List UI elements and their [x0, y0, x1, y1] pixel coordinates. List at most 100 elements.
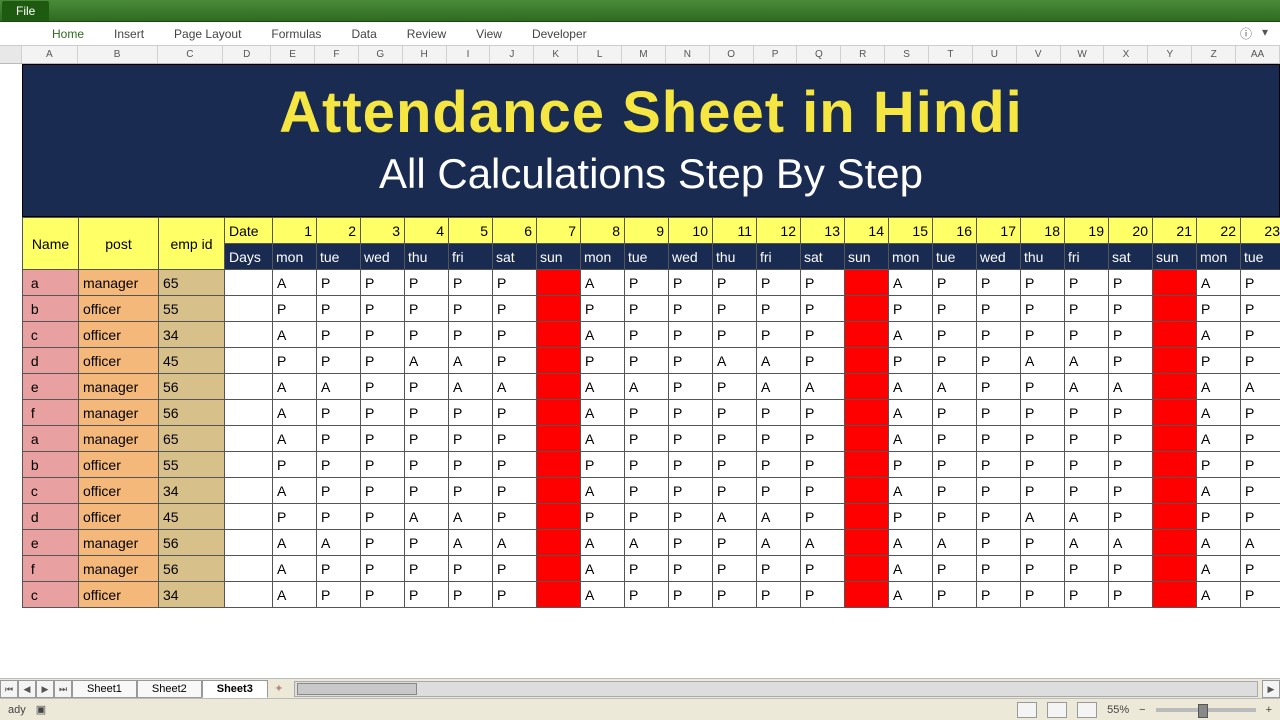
cell-att[interactable]: A [273, 426, 317, 452]
col-G[interactable]: G [359, 46, 403, 63]
cell-att[interactable]: P [405, 374, 449, 400]
cell-name[interactable]: c [23, 478, 79, 504]
col-R[interactable]: R [841, 46, 885, 63]
cell-att[interactable]: P [1241, 296, 1280, 322]
cell-att[interactable]: P [1109, 296, 1153, 322]
cell-att[interactable]: A [273, 270, 317, 296]
cell-att[interactable]: P [977, 504, 1021, 530]
cell-att[interactable]: P [801, 400, 845, 426]
cell-empid[interactable]: 56 [159, 400, 225, 426]
cell-att[interactable]: P [669, 348, 713, 374]
cell-post[interactable]: manager [79, 426, 159, 452]
cell-att[interactable]: P [1021, 556, 1065, 582]
cell-att[interactable]: A [1197, 556, 1241, 582]
cell-att[interactable] [845, 348, 889, 374]
col-I[interactable]: I [447, 46, 491, 63]
table-row[interactable]: amanager65APPPPPAPPPPPAPPPPPAP [23, 426, 1280, 452]
cell-att[interactable]: P [977, 400, 1021, 426]
cell-att[interactable]: P [405, 582, 449, 608]
table-row[interactable]: fmanager56APPPPPAPPPPPAPPPPPAP [23, 556, 1280, 582]
cell-att[interactable]: P [581, 296, 625, 322]
cell-att[interactable]: P [1065, 400, 1109, 426]
cell-empid[interactable]: 65 [159, 426, 225, 452]
col-W[interactable]: W [1061, 46, 1105, 63]
cell-att[interactable]: P [493, 556, 537, 582]
col-V[interactable]: V [1017, 46, 1061, 63]
cell-att[interactable] [845, 374, 889, 400]
last-sheet-button[interactable]: ⏭ [54, 680, 72, 698]
cell-att[interactable]: P [669, 374, 713, 400]
cell-att[interactable]: A [273, 374, 317, 400]
cell-att[interactable] [225, 322, 273, 348]
cell-empid[interactable]: 34 [159, 478, 225, 504]
cell-att[interactable]: P [581, 452, 625, 478]
cell-att[interactable]: P [493, 296, 537, 322]
cell-att[interactable]: A [493, 530, 537, 556]
cell-att[interactable]: P [493, 452, 537, 478]
cell-att[interactable]: A [889, 530, 933, 556]
col-T[interactable]: T [929, 46, 973, 63]
zoom-level[interactable]: 55% [1107, 704, 1129, 716]
cell-att[interactable]: P [1065, 556, 1109, 582]
cell-att[interactable]: A [889, 270, 933, 296]
page-layout-view-button[interactable] [1047, 702, 1067, 718]
cell-att[interactable]: P [493, 348, 537, 374]
cell-att[interactable]: P [1241, 556, 1280, 582]
cell-att[interactable]: P [669, 270, 713, 296]
cell-att[interactable]: P [1197, 296, 1241, 322]
cell-att[interactable] [1153, 322, 1197, 348]
cell-post[interactable]: manager [79, 270, 159, 296]
cell-empid[interactable]: 56 [159, 530, 225, 556]
cell-att[interactable]: P [977, 478, 1021, 504]
cell-att[interactable]: P [713, 322, 757, 348]
cell-att[interactable]: P [757, 452, 801, 478]
cell-att[interactable] [845, 504, 889, 530]
cell-att[interactable]: P [977, 270, 1021, 296]
cell-att[interactable]: P [757, 478, 801, 504]
cell-att[interactable]: P [1065, 270, 1109, 296]
col-E[interactable]: E [271, 46, 315, 63]
table-row[interactable]: fmanager56APPPPPAPPPPPAPPPPPAP [23, 400, 1280, 426]
sheet-tab-2[interactable]: Sheet2 [137, 680, 202, 698]
cell-att[interactable] [225, 452, 273, 478]
cell-post[interactable]: officer [79, 452, 159, 478]
cell-att[interactable]: P [801, 426, 845, 452]
cell-att[interactable]: A [1197, 400, 1241, 426]
cell-att[interactable]: P [933, 322, 977, 348]
cell-att[interactable]: P [801, 582, 845, 608]
cell-att[interactable]: P [449, 582, 493, 608]
cell-att[interactable]: P [405, 530, 449, 556]
cell-att[interactable]: A [1109, 374, 1153, 400]
cell-att[interactable]: P [933, 400, 977, 426]
cell-att[interactable]: P [713, 400, 757, 426]
cell-att[interactable]: A [757, 504, 801, 530]
cell-att[interactable]: P [449, 322, 493, 348]
cell-att[interactable] [537, 478, 581, 504]
cell-att[interactable]: A [317, 374, 361, 400]
cell-att[interactable]: P [977, 296, 1021, 322]
tab-formulas[interactable]: Formulas [269, 23, 323, 45]
cell-att[interactable]: P [493, 478, 537, 504]
cell-att[interactable]: P [1197, 504, 1241, 530]
cell-att[interactable]: P [493, 426, 537, 452]
cell-att[interactable]: P [581, 348, 625, 374]
cell-att[interactable] [1153, 582, 1197, 608]
cell-att[interactable]: A [317, 530, 361, 556]
col-O[interactable]: O [710, 46, 754, 63]
cell-att[interactable]: P [361, 374, 405, 400]
cell-att[interactable]: A [581, 400, 625, 426]
cell-att[interactable]: P [1021, 582, 1065, 608]
cell-att[interactable]: P [449, 296, 493, 322]
cell-att[interactable]: P [1065, 452, 1109, 478]
cell-name[interactable]: c [23, 582, 79, 608]
table-row[interactable]: bofficer55PPPPPPPPPPPPPPPPPPPP [23, 296, 1280, 322]
tab-data[interactable]: Data [349, 23, 378, 45]
cell-att[interactable]: P [669, 556, 713, 582]
cell-name[interactable]: e [23, 374, 79, 400]
cell-att[interactable]: P [625, 478, 669, 504]
cell-att[interactable]: A [273, 322, 317, 348]
cell-att[interactable]: A [1197, 270, 1241, 296]
cell-att[interactable]: P [1021, 322, 1065, 348]
cell-att[interactable]: A [449, 504, 493, 530]
cell-att[interactable] [845, 452, 889, 478]
